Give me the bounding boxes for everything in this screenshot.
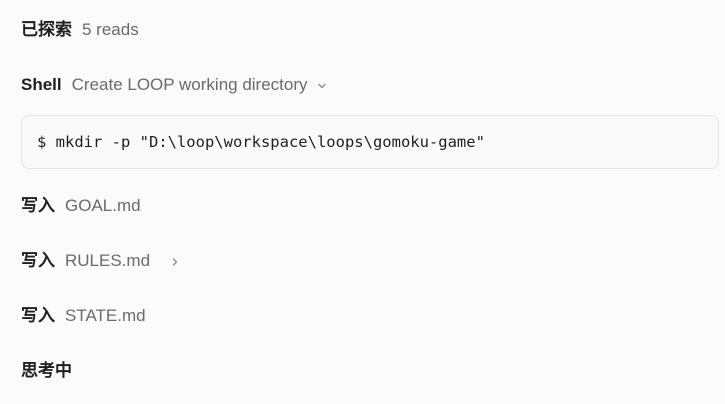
write-file-name: GOAL.md <box>65 196 141 215</box>
write-step-rules[interactable]: 写入 RULES.md <box>21 249 180 273</box>
shell-description: Create LOOP working directory <box>71 75 308 94</box>
write-file-name: STATE.md <box>65 306 146 325</box>
write-label: 写入 <box>21 251 55 270</box>
write-file-name: RULES.md <box>65 251 151 270</box>
shell-command-block: $ mkdir -p "D:\loop\workspace\loops\gomo… <box>21 115 719 169</box>
shell-command-text: $ mkdir -p "D:\loop\workspace\loops\gomo… <box>37 133 485 151</box>
write-step-state: 写入 STATE.md <box>21 304 146 328</box>
thinking-label: 思考中 <box>21 361 72 380</box>
thinking-status: 思考中 <box>21 359 72 383</box>
chevron-right-icon[interactable] <box>170 257 180 267</box>
explored-label: 已探索 <box>21 20 72 39</box>
write-label: 写入 <box>21 306 55 325</box>
explored-detail: 5 reads <box>82 20 139 39</box>
shell-label: Shell <box>21 75 62 94</box>
chevron-down-icon[interactable] <box>317 81 327 91</box>
write-label: 写入 <box>21 196 55 215</box>
explored-step: 已探索 5 reads <box>21 18 139 42</box>
write-step-goal: 写入 GOAL.md <box>21 194 141 218</box>
shell-step-header[interactable]: Shell Create LOOP working directory <box>21 73 327 97</box>
